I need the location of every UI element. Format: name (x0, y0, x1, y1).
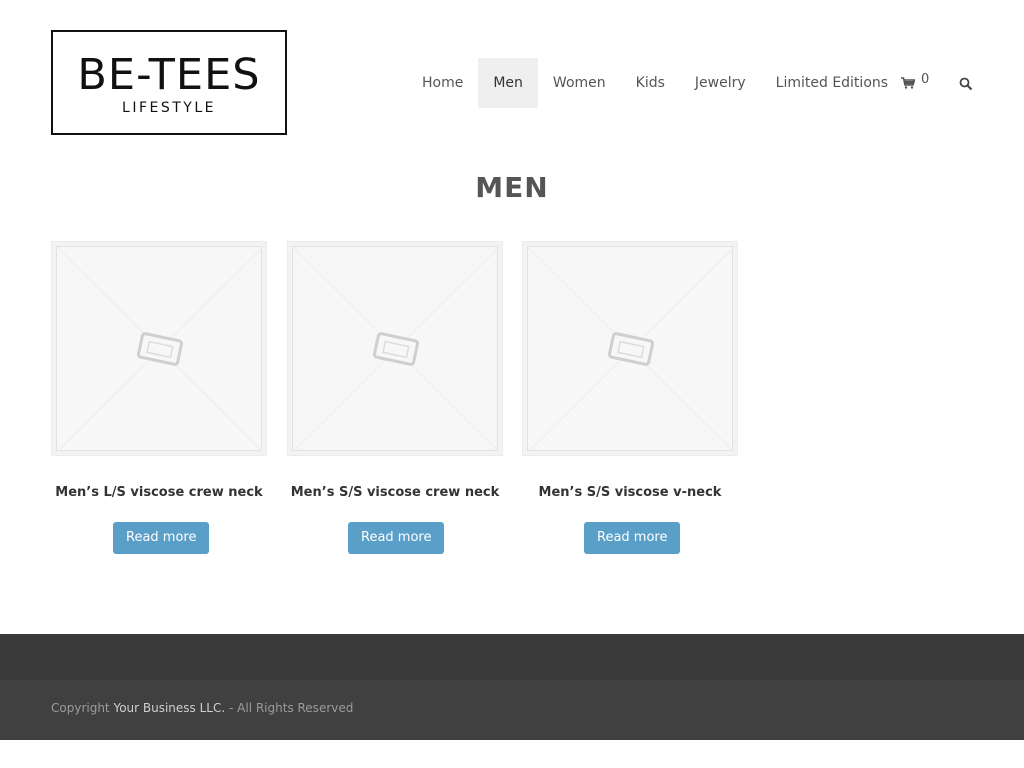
site-header: BE-TEES LIFESTYLE Home Men Women Kids Je… (0, 0, 1024, 160)
business-name: Your Business LLC. (113, 701, 226, 715)
nav-item-jewelry[interactable]: Jewelry (680, 58, 761, 108)
cart-count: 0 (921, 72, 930, 87)
placeholder-image-icon (56, 246, 264, 453)
logo-subtitle: LIFESTYLE (122, 100, 216, 116)
read-more-button[interactable]: Read more (113, 522, 210, 554)
placeholder-image-icon (527, 246, 735, 453)
copyright-text: Copyright Your Business LLC. - All Right… (51, 701, 353, 715)
product-name[interactable]: Men’s S/S viscose v-neck (512, 485, 748, 500)
product-card: Men’s S/S viscose v-neck Read more (522, 241, 738, 561)
cart-link[interactable]: 0 (901, 72, 935, 94)
cart-icon (901, 77, 915, 89)
site-logo[interactable]: BE-TEES LIFESTYLE (51, 30, 287, 135)
logo-title: BE-TEES (77, 50, 261, 100)
product-card: Men’s L/S viscose crew neck Read more (51, 241, 267, 561)
placeholder-image-icon (292, 246, 500, 453)
nav-item-women[interactable]: Women (538, 58, 621, 108)
page-title: MEN (475, 171, 549, 204)
nav-item-kids[interactable]: Kids (621, 58, 680, 108)
product-image[interactable] (51, 241, 267, 456)
product-card: Men’s S/S viscose crew neck Read more (287, 241, 503, 561)
footer-widgets (0, 634, 1024, 680)
main-nav: Home Men Women Kids Jewelry Limited Edit… (407, 58, 903, 108)
copyright-prefix: Copyright (51, 701, 114, 715)
nav-item-limited-editions[interactable]: Limited Editions (761, 58, 903, 108)
read-more-button[interactable]: Read more (348, 522, 445, 554)
search-icon (959, 77, 973, 91)
nav-item-home[interactable]: Home (407, 58, 478, 108)
nav-item-men[interactable]: Men (478, 58, 538, 108)
footer: Copyright Your Business LLC. - All Right… (0, 680, 1024, 740)
read-more-button[interactable]: Read more (584, 522, 681, 554)
product-image[interactable] (522, 241, 738, 456)
product-name[interactable]: Men’s L/S viscose crew neck (41, 485, 277, 500)
product-image[interactable] (287, 241, 503, 456)
search-button[interactable] (959, 76, 973, 91)
product-name[interactable]: Men’s S/S viscose crew neck (277, 485, 513, 500)
copyright-suffix: - All Rights Reserved (225, 701, 354, 715)
